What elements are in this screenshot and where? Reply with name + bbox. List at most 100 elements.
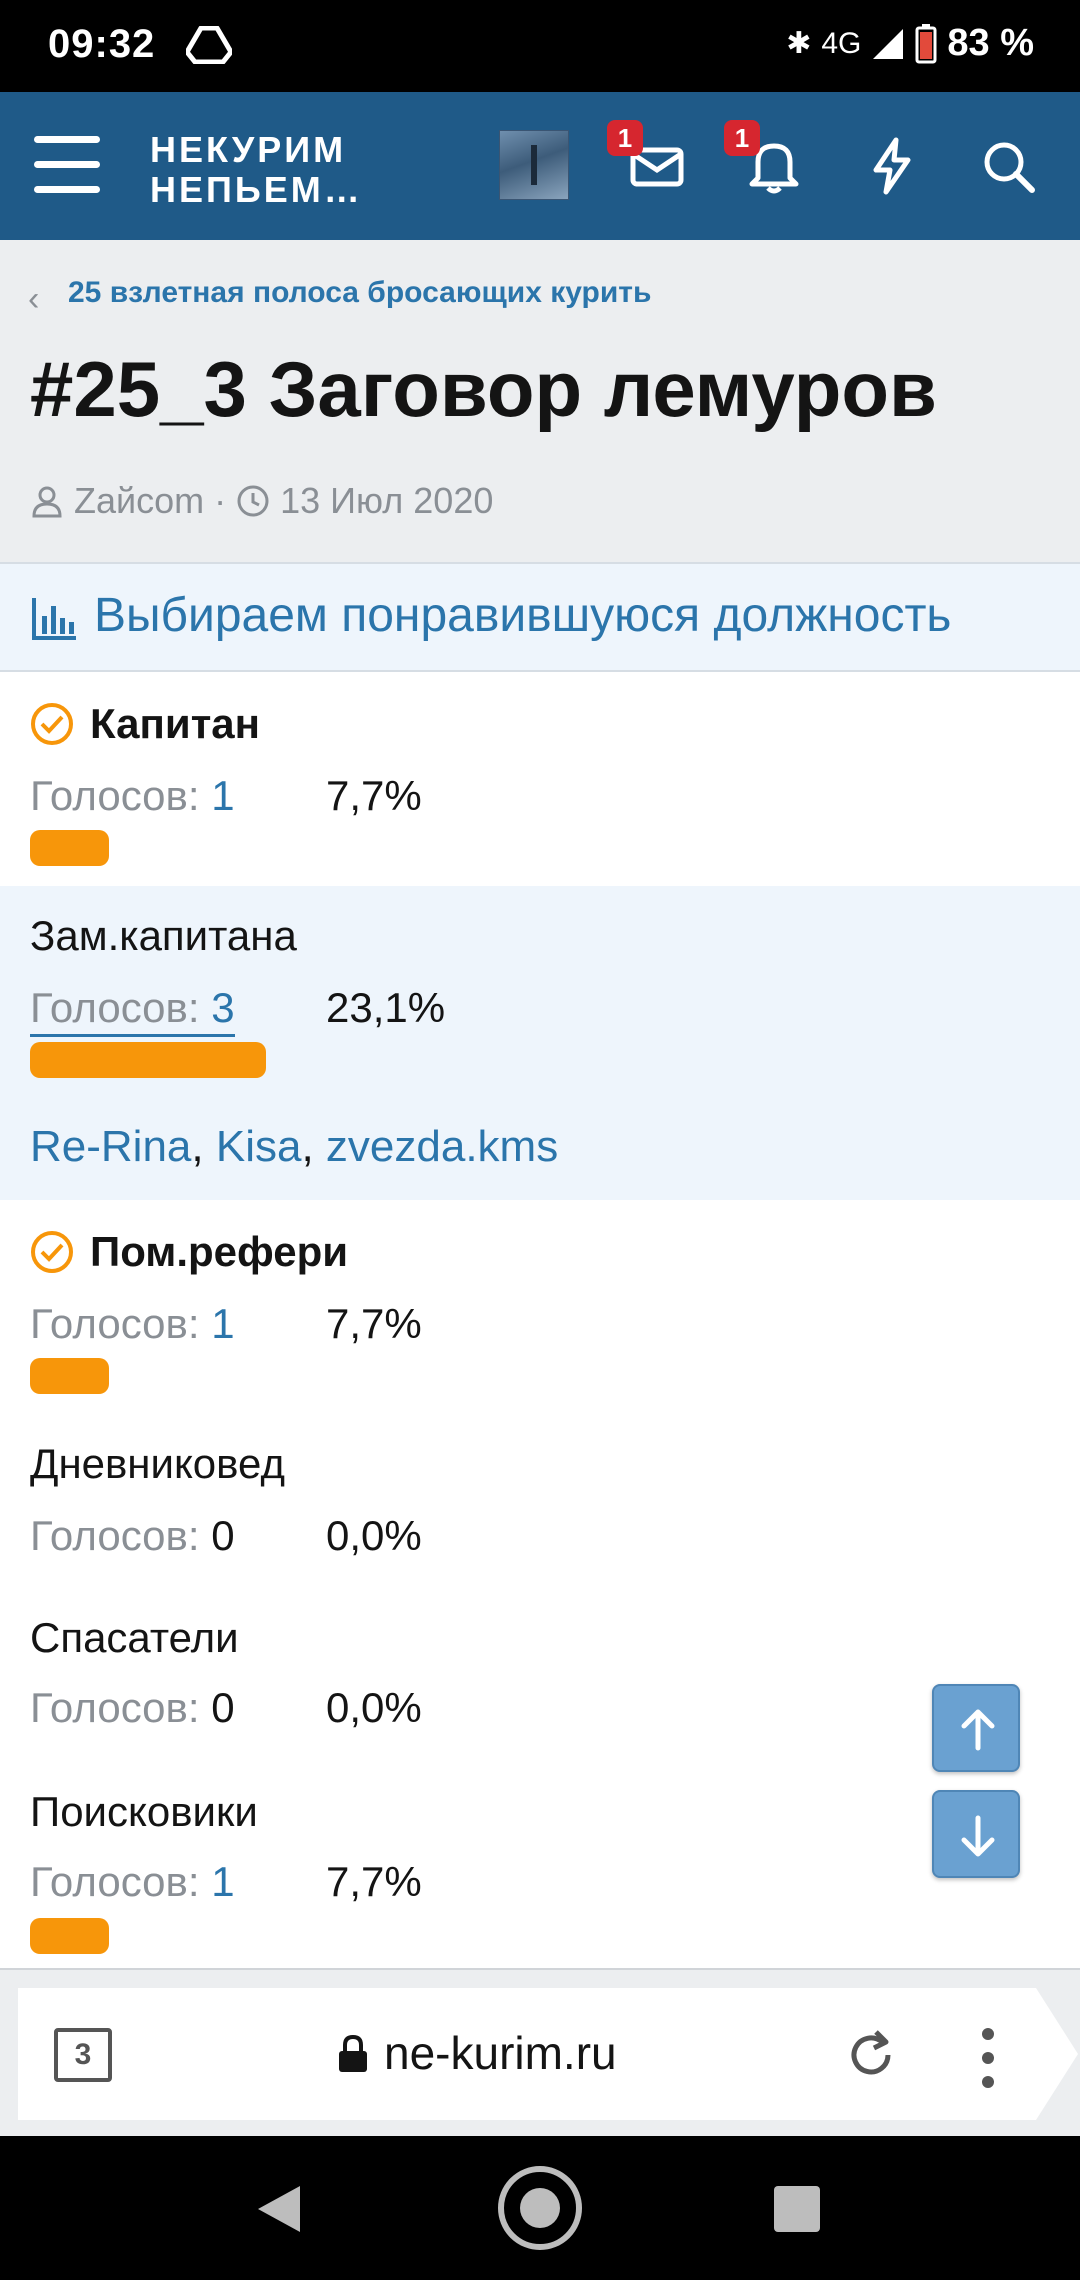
logo-line1: НЕКУРИМ	[150, 129, 347, 170]
meta-separator: ·	[214, 480, 227, 521]
poll-option: Зам.капитана Голосов: 3 23,1% Re-Rina, K…	[0, 886, 1080, 1200]
thread-date[interactable]: 13 Июл 2020	[280, 480, 493, 522]
votes-label: Голосов:	[30, 1300, 200, 1347]
thread-author[interactable]: Zайсom	[74, 480, 204, 522]
voter-link[interactable]: Re-Rina	[30, 1122, 191, 1171]
url-text[interactable]: ne-kurim.ru	[384, 2026, 617, 2080]
poll-option-title: Пом.рефери	[30, 1228, 348, 1276]
bar-chart-icon	[32, 598, 76, 640]
page-top: ‹ 25 взлетная полоса бросающих курить #2…	[0, 240, 1080, 562]
vote-percent: 0,0%	[326, 1684, 422, 1731]
votes-number: 0	[211, 1684, 235, 1731]
user-avatar[interactable]	[499, 130, 569, 200]
navigation-bar	[0, 2136, 1080, 2280]
poll-header: Выбираем понравившуюся должность	[0, 562, 1080, 672]
voter-separator: ,	[191, 1122, 204, 1171]
vote-percent: 0,0%	[326, 1512, 422, 1559]
vote-bar-fill	[30, 1918, 109, 1954]
poll-question: Выбираем понравившуюся должность	[94, 589, 952, 642]
battery-percent: 83 %	[947, 22, 1034, 64]
lightning-icon	[873, 137, 911, 195]
status-time: 09:32	[48, 22, 156, 66]
address-bar[interactable]: 3 ne-kurim.ru	[18, 1988, 1078, 2120]
thread-meta: Zайсom · 13 Июл 2020	[30, 480, 493, 522]
chevron-left-icon: ‹	[28, 280, 40, 318]
alerts-button[interactable]: 1	[724, 120, 806, 198]
status-indicators: ✱ 4G 83 %	[786, 22, 1034, 65]
votes-label: Голосов:	[30, 1684, 200, 1731]
option-label: Дневниковед	[30, 1440, 285, 1487]
home-icon[interactable]	[498, 2166, 582, 2250]
vote-count[interactable]: Голосов: 1	[30, 772, 235, 820]
status-bar: 09:32 ✱ 4G 83 %	[0, 0, 1080, 92]
logo-line2: НЕПЬЕМ…	[150, 169, 363, 210]
votes-number[interactable]: 1	[211, 1858, 234, 1905]
lock-icon	[339, 2034, 367, 2072]
option-label: Спасатели	[30, 1614, 239, 1661]
alerts-badge: 1	[724, 120, 760, 156]
arrow-down-icon	[961, 1815, 995, 1857]
vote-bar-fill	[30, 1358, 109, 1394]
more-options-icon[interactable]	[980, 2028, 996, 2088]
clock-icon	[237, 485, 269, 517]
poll-option: Дневниковед Голосов: 0 0,0%	[0, 1414, 1080, 1586]
search-button[interactable]	[976, 134, 1040, 198]
voter-link[interactable]: Kisa	[216, 1122, 302, 1171]
tabs-button[interactable]: 3	[54, 2028, 112, 2082]
drive-icon	[186, 26, 232, 64]
arrow-up-icon	[961, 1709, 995, 1751]
back-icon[interactable]	[256, 2184, 302, 2234]
messages-badge: 1	[607, 120, 643, 156]
votes-label: Голосов:	[30, 984, 200, 1031]
messages-button[interactable]: 1	[607, 120, 689, 198]
vote-bar	[30, 1358, 1050, 1394]
scroll-down-button[interactable]	[932, 1790, 1020, 1878]
mute-icon: ✱	[786, 27, 812, 60]
network-type: 4G	[821, 26, 862, 60]
scroll-up-button[interactable]	[932, 1684, 1020, 1772]
site-header: НЕКУРИМ НЕПЬЕМ… 1 1	[0, 92, 1080, 240]
votes-number: 0	[211, 1512, 235, 1559]
poll-option-title: Спасатели	[30, 1614, 239, 1662]
vote-count: Голосов: 0	[30, 1684, 235, 1732]
option-label: Капитан	[90, 700, 260, 747]
vote-count[interactable]: Голосов: 1	[30, 1858, 235, 1906]
vote-bar-fill	[30, 830, 109, 866]
votes-label: Голосов:	[30, 772, 200, 819]
search-icon	[984, 142, 1035, 193]
breadcrumb[interactable]: 25 взлетная полоса бросающих курить	[68, 276, 651, 310]
vote-bar	[30, 830, 1050, 866]
vote-percent: 23,1%	[326, 984, 446, 1031]
signal-icon	[873, 28, 904, 59]
poll-option: Пом.рефери Голосов: 1 7,7%	[0, 1200, 1080, 1414]
reload-icon[interactable]	[840, 2024, 902, 2086]
vote-count[interactable]: Голосов: 3	[30, 984, 235, 1037]
poll-option: Спасатели Голосов: 0 0,0%	[0, 1586, 1080, 1760]
voter-separator: ,	[301, 1122, 314, 1171]
browser-toolbar: 3 ne-kurim.ru	[0, 1968, 1080, 2136]
vote-bar	[30, 1918, 1050, 1954]
vote-bar	[30, 1042, 1050, 1078]
recent-apps-icon[interactable]	[774, 2186, 820, 2232]
poll-option-title: Дневниковед	[30, 1440, 285, 1488]
voter-link[interactable]: zvezda.kms	[326, 1122, 558, 1171]
option-label: Пом.рефери	[90, 1228, 349, 1275]
voter-list: Re-Rina, Kisa, zvezda.kms	[30, 1122, 558, 1172]
battery-icon	[915, 23, 937, 63]
votes-label: Голосов:	[30, 1512, 200, 1559]
votes-number[interactable]: 3	[211, 984, 234, 1031]
page-title: #25_3 Заговор лемуров	[30, 345, 937, 433]
option-label: Поисковики	[30, 1788, 258, 1835]
vote-percent: 7,7%	[326, 772, 422, 819]
user-icon	[32, 486, 62, 518]
whats-new-button[interactable]	[860, 134, 924, 198]
check-circle-icon	[31, 1231, 73, 1273]
menu-icon[interactable]	[34, 136, 100, 194]
votes-number[interactable]: 1	[211, 772, 234, 819]
votes-number[interactable]: 1	[211, 1300, 234, 1347]
vote-bar-fill	[30, 1042, 266, 1078]
site-logo[interactable]: НЕКУРИМ НЕПЬЕМ…	[150, 130, 363, 210]
check-circle-icon	[31, 703, 73, 745]
poll-option-title: Поисковики	[30, 1788, 258, 1836]
vote-count[interactable]: Голосов: 1	[30, 1300, 235, 1348]
